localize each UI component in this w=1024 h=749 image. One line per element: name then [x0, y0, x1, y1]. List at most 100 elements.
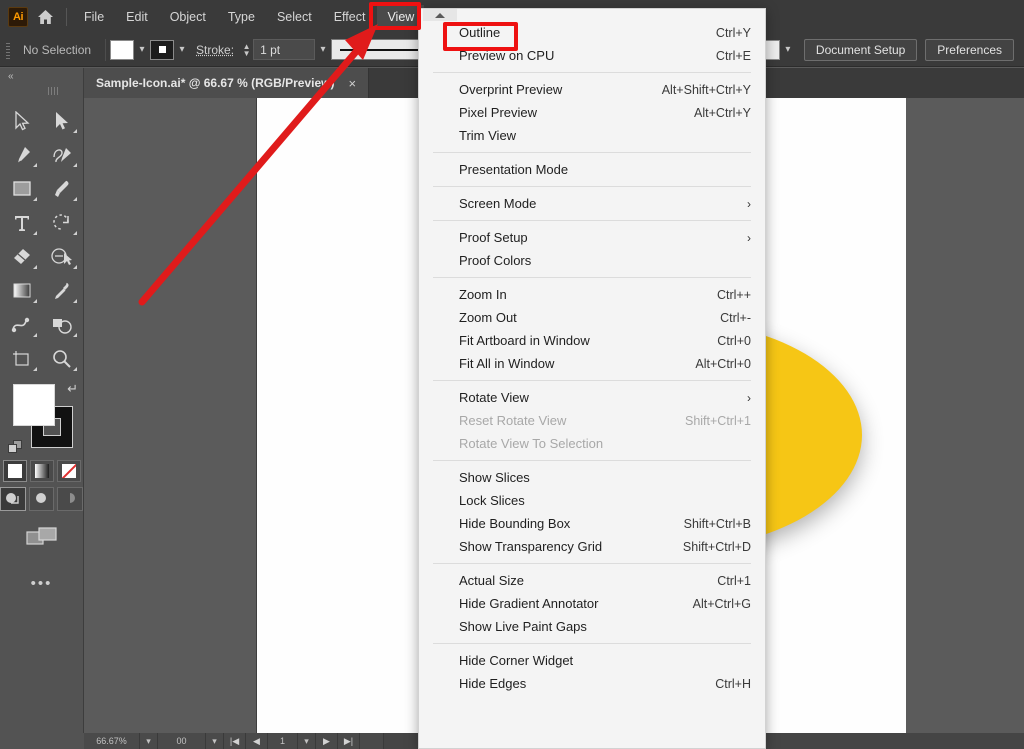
preferences-button[interactable]: Preferences — [925, 39, 1014, 61]
menu-file[interactable]: File — [74, 5, 114, 29]
screen-mode-button[interactable] — [0, 525, 83, 551]
menu-item-label: Show Slices — [459, 470, 751, 485]
menu-type[interactable]: Type — [218, 5, 265, 29]
fill-chevron-down-icon[interactable]: ▾ — [134, 40, 150, 60]
stroke-chevron-down-icon[interactable]: ▾ — [174, 40, 190, 60]
menu-item-fit-all-in-window[interactable]: Fit All in Window Alt+Ctrl+0 — [419, 352, 765, 375]
menu-item-pixel-preview[interactable]: Pixel Preview Alt+Ctrl+Y — [419, 101, 765, 124]
menu-item-proof-colors[interactable]: Proof Colors — [419, 249, 765, 272]
gradient-tool[interactable] — [2, 274, 42, 308]
document-tab[interactable]: Sample-Icon.ai* @ 66.67 % (RGB/Preview) … — [84, 68, 369, 98]
menu-item-zoom-in[interactable]: Zoom In Ctrl++ — [419, 283, 765, 306]
swap-fill-stroke-icon[interactable]: ↵ — [67, 381, 78, 397]
pen-tool[interactable] — [2, 138, 42, 172]
stroke-color-swatch[interactable] — [150, 40, 174, 60]
home-icon[interactable] — [28, 0, 62, 33]
color-mode-button[interactable] — [3, 460, 27, 482]
menu-item-hide-corner-widget[interactable]: Hide Corner Widget — [419, 649, 765, 672]
tools-panel-collapse-icon[interactable]: « — [0, 68, 83, 84]
menu-item-hide-gradient-annotator[interactable]: Hide Gradient Annotator Alt+Ctrl+G — [419, 592, 765, 615]
edit-toolbar-button[interactable]: ••• — [0, 575, 83, 592]
menu-object[interactable]: Object — [160, 5, 216, 29]
menu-edit[interactable]: Edit — [116, 5, 158, 29]
eraser-tool[interactable] — [2, 240, 42, 274]
artboard-tool[interactable] — [2, 342, 42, 376]
menu-item-label: Show Live Paint Gaps — [459, 619, 751, 634]
direct-selection-tool[interactable] — [42, 104, 82, 138]
menu-item-screen-mode[interactable]: Screen Mode › — [419, 192, 765, 215]
illustrator-window: Ai File Edit Object Type Select Effect V… — [0, 0, 1024, 749]
menu-item-show-transparency-grid[interactable]: Show Transparency Grid Shift+Ctrl+D — [419, 535, 765, 558]
tools-panel-grip[interactable] — [24, 84, 60, 98]
eyedropper-tool[interactable] — [42, 274, 82, 308]
prev-artboard-button[interactable]: ◀ — [246, 733, 268, 749]
menu-item-lock-slices[interactable]: Lock Slices — [419, 489, 765, 512]
tools-panel: « — [0, 68, 84, 733]
menu-item-outline[interactable]: Outline Ctrl+Y — [419, 21, 765, 44]
menu-item-hide-edges[interactable]: Hide Edges Ctrl+H — [419, 672, 765, 695]
menu-item-label: Fit Artboard in Window — [459, 333, 717, 348]
paintbrush-tool[interactable] — [42, 172, 82, 206]
page-chevron-down-icon[interactable]: ▾ — [298, 733, 316, 749]
selection-tool[interactable] — [2, 104, 42, 138]
stroke-label[interactable]: Stroke: — [190, 43, 240, 57]
menu-item-label: Proof Setup — [459, 230, 737, 245]
shape-builder-tool[interactable] — [42, 240, 82, 274]
zoom-tool[interactable] — [42, 342, 82, 376]
menu-scroll-up-icon[interactable] — [423, 9, 457, 21]
document-setup-button[interactable]: Document Setup — [804, 39, 917, 61]
draw-inside-button[interactable] — [57, 487, 83, 511]
artboard-number-field[interactable]: 00 — [158, 733, 206, 749]
opacity-chevron-down-icon[interactable]: ▾ — [780, 40, 796, 60]
selection-status: No Selection — [13, 43, 101, 57]
menu-item-label: Fit All in Window — [459, 356, 695, 371]
fill-color-swatch[interactable] — [110, 40, 134, 60]
menu-item-preview-on-cpu[interactable]: Preview on CPU Ctrl+E — [419, 44, 765, 67]
menu-item-rotate-view[interactable]: Rotate View › — [419, 386, 765, 409]
rectangle-tool[interactable] — [2, 172, 42, 206]
menu-item-overprint-preview[interactable]: Overprint Preview Alt+Shift+Ctrl+Y — [419, 78, 765, 101]
control-bar-grip[interactable] — [3, 40, 13, 60]
rotate-tool[interactable] — [42, 206, 82, 240]
menu-item-proof-setup[interactable]: Proof Setup › — [419, 226, 765, 249]
menu-effect[interactable]: Effect — [324, 5, 376, 29]
curvature-tool[interactable] — [42, 138, 82, 172]
menu-item-fit-artboard-in-window[interactable]: Fit Artboard in Window Ctrl+0 — [419, 329, 765, 352]
first-artboard-button[interactable]: |◀ — [224, 733, 246, 749]
menu-item-shortcut: Ctrl+E — [716, 49, 751, 63]
menu-select[interactable]: Select — [267, 5, 322, 29]
fill-color-indicator[interactable] — [13, 384, 55, 426]
stroke-weight-field[interactable]: 1 pt — [253, 39, 315, 60]
close-icon[interactable]: × — [348, 76, 356, 91]
artboard-chevron-down-icon[interactable]: ▾ — [206, 733, 224, 749]
menu-item-show-slices[interactable]: Show Slices — [419, 466, 765, 489]
artboard-page-field[interactable]: 1 — [268, 733, 298, 749]
menu-item-label: Hide Corner Widget — [459, 653, 751, 668]
type-tool[interactable] — [2, 206, 42, 240]
chevron-right-icon: › — [747, 231, 751, 245]
none-mode-button[interactable] — [57, 460, 81, 482]
zoom-level-field[interactable]: 66.67% — [84, 733, 140, 749]
menu-divider — [433, 72, 751, 73]
blend-tool[interactable] — [2, 308, 42, 342]
default-fill-stroke-icon[interactable] — [8, 440, 24, 456]
menu-item-shortcut: Shift+Ctrl+D — [683, 540, 751, 554]
menu-item-show-live-paint-gaps[interactable]: Show Live Paint Gaps — [419, 615, 765, 638]
menu-item-hide-bounding-box[interactable]: Hide Bounding Box Shift+Ctrl+B — [419, 512, 765, 535]
symbol-sprayer-tool[interactable] — [42, 308, 82, 342]
menu-item-trim-view[interactable]: Trim View — [419, 124, 765, 147]
tool-flyout-triangle-icon — [33, 299, 37, 303]
last-artboard-button[interactable]: ▶| — [338, 733, 360, 749]
menu-item-zoom-out[interactable]: Zoom Out Ctrl+- — [419, 306, 765, 329]
next-artboard-button[interactable]: ▶ — [316, 733, 338, 749]
stroke-weight-chevron-down-icon[interactable]: ▾ — [315, 40, 331, 60]
stroke-weight-stepper[interactable]: ▲▼ — [240, 39, 253, 61]
menu-item-shortcut: Ctrl+H — [715, 677, 751, 691]
menu-item-presentation-mode[interactable]: Presentation Mode — [419, 158, 765, 181]
menu-item-actual-size[interactable]: Actual Size Ctrl+1 — [419, 569, 765, 592]
zoom-chevron-down-icon[interactable]: ▾ — [140, 733, 158, 749]
draw-normal-button[interactable] — [0, 487, 26, 511]
draw-behind-button[interactable] — [29, 487, 55, 511]
control-divider-1 — [105, 39, 106, 61]
gradient-mode-button[interactable] — [30, 460, 54, 482]
